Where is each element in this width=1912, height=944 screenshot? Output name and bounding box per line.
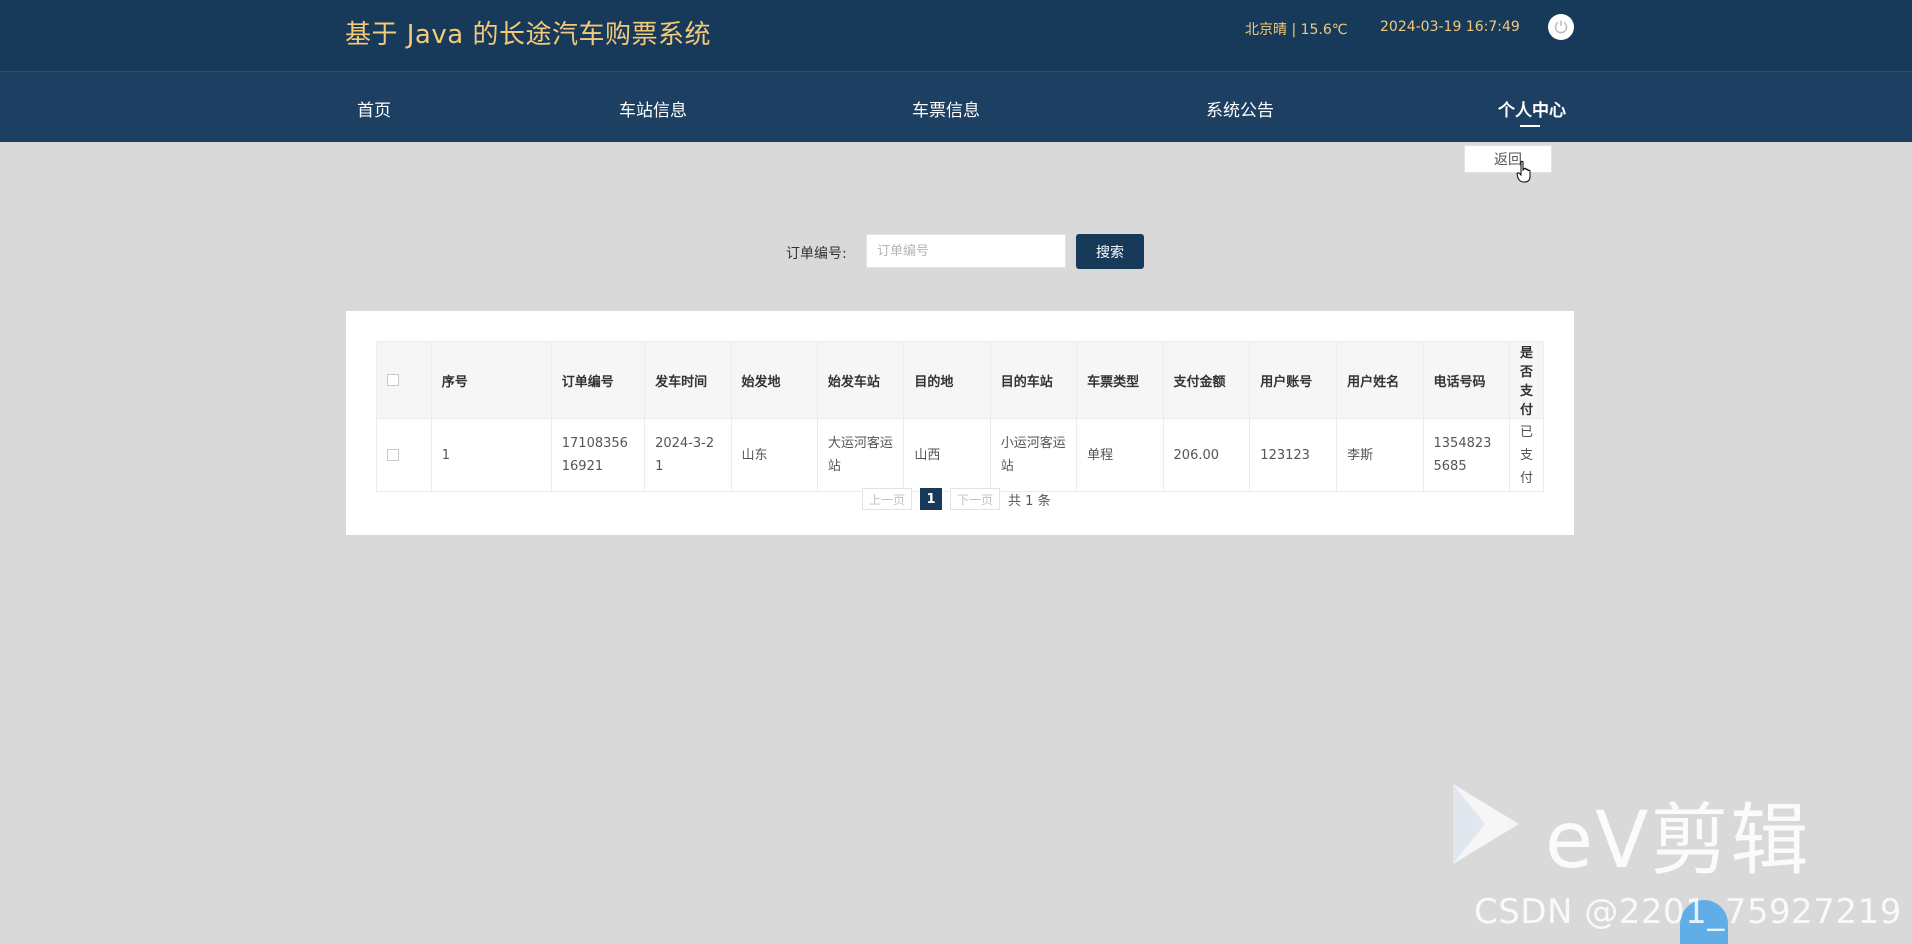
cell-ticket-type: 单程 xyxy=(1076,418,1164,492)
orders-table: 序号 订单编号 发车时间 始发地 始发车站 目的地 目的车站 车票类型 支付金额… xyxy=(376,341,1545,492)
orders-panel: 序号 订单编号 发车时间 始发地 始发车站 目的地 目的车站 车票类型 支付金额… xyxy=(346,311,1574,535)
cell-user-account: 123123 xyxy=(1249,418,1338,492)
active-nav-indicator xyxy=(1520,125,1540,127)
column-header: 用户账号 xyxy=(1249,341,1338,419)
cell-phone: 13548235685 xyxy=(1422,418,1510,492)
current-datetime: 2024-03-19 16:7:49 xyxy=(1380,19,1520,35)
next-page-button[interactable]: 下一页 xyxy=(950,488,1001,510)
column-header: 目的地 xyxy=(903,341,991,419)
logout-button[interactable] xyxy=(1548,14,1574,40)
current-page-number[interactable]: 1 xyxy=(920,488,943,510)
cell-payment-amount: 206.00 xyxy=(1162,418,1251,492)
order-number-label: 订单编号: xyxy=(786,246,847,262)
cell-user-name: 李斯 xyxy=(1336,418,1424,492)
row-select-cell xyxy=(376,418,432,492)
table-row[interactable]: 1 1710835616921 2024-3-21 山东 大运河客运站 山西 小… xyxy=(376,418,1545,492)
column-header: 始发地 xyxy=(730,341,818,419)
cell-destination: 山西 xyxy=(903,418,991,492)
prev-page-button[interactable]: 上一页 xyxy=(862,488,913,510)
nav-personal-center[interactable]: 个人中心 xyxy=(1498,96,1566,121)
top-header: 基于 Java 的长途汽车购票系统 北京晴 | 15.6℃ 2024-03-19… xyxy=(0,0,1912,71)
search-button[interactable]: 搜索 xyxy=(1076,234,1144,269)
weather-info: 北京晴 | 15.6℃ xyxy=(1245,22,1348,38)
play-logo-icon xyxy=(1453,784,1519,864)
table-header-row: 序号 订单编号 发车时间 始发地 始发车站 目的地 目的车站 车票类型 支付金额… xyxy=(376,341,1545,419)
cell-destination-station: 小运河客运站 xyxy=(989,418,1078,492)
column-header: 支付金额 xyxy=(1162,341,1251,419)
column-header: 是否支付 xyxy=(1508,341,1545,419)
column-header: 序号 xyxy=(430,341,552,419)
column-header: 目的车站 xyxy=(989,341,1078,419)
cell-paid-status: 已支付 xyxy=(1508,418,1545,492)
site-title: 基于 Java 的长途汽车购票系统 xyxy=(345,20,711,50)
main-nav: 首页 车站信息 车票信息 系统公告 个人中心 xyxy=(0,71,1912,142)
select-all-cell xyxy=(376,341,432,419)
column-header: 车票类型 xyxy=(1076,341,1164,419)
back-button[interactable]: 返回 xyxy=(1464,145,1552,173)
order-number-search-input[interactable] xyxy=(866,234,1066,268)
nav-tickets[interactable]: 车票信息 xyxy=(912,96,980,121)
nav-home[interactable]: 首页 xyxy=(357,96,391,121)
power-icon xyxy=(1554,20,1568,34)
select-all-checkbox[interactable] xyxy=(387,374,399,386)
nav-stations[interactable]: 车站信息 xyxy=(619,96,687,121)
hand-cursor-icon xyxy=(1516,160,1531,183)
cell-origin: 山东 xyxy=(730,418,818,492)
column-header: 订单编号 xyxy=(550,341,646,419)
column-header: 始发车站 xyxy=(816,341,905,419)
watermark-credit: CSDN @2201_75927219 xyxy=(1474,892,1902,932)
nav-announcements[interactable]: 系统公告 xyxy=(1206,96,1274,121)
column-header: 用户姓名 xyxy=(1336,341,1424,419)
cell-order-number: 1710835616921 xyxy=(550,418,646,492)
row-checkbox[interactable] xyxy=(387,449,399,461)
cell-index: 1 xyxy=(430,418,552,492)
cell-origin-station: 大运河客运站 xyxy=(816,418,905,492)
pagination: 上一页 1 下一页 共 1 条 xyxy=(862,488,1051,510)
total-count: 共 1 条 xyxy=(1008,493,1051,509)
cell-departure-time: 2024-3-21 xyxy=(644,418,732,492)
watermark-brand: eV剪辑 xyxy=(1545,796,1811,886)
column-header: 电话号码 xyxy=(1422,341,1510,419)
column-header: 发车时间 xyxy=(644,341,732,419)
